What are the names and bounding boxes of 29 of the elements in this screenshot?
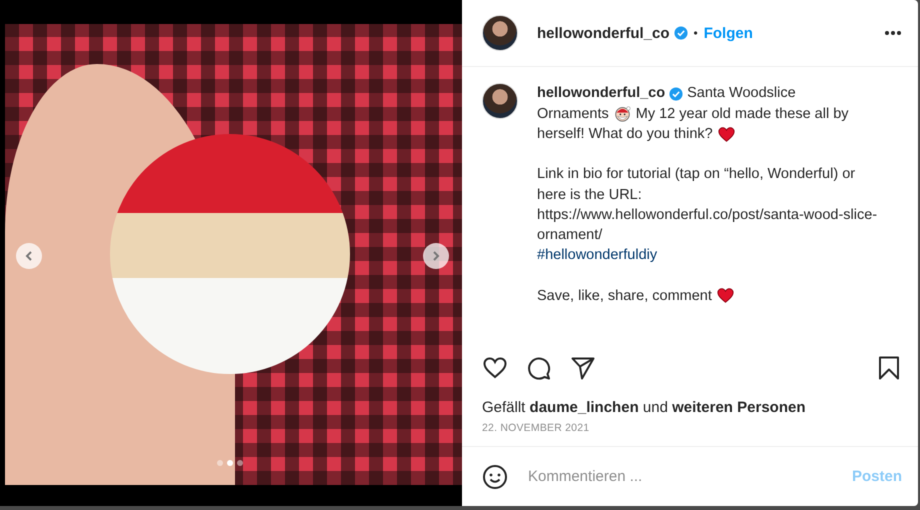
- smiley-icon[interactable]: [482, 464, 508, 490]
- comment-icon[interactable]: [526, 354, 552, 381]
- separator-dot: •: [694, 26, 698, 40]
- more-options-icon[interactable]: [884, 30, 902, 36]
- username-link[interactable]: hellowonderful_co: [537, 83, 666, 104]
- carousel-dot[interactable]: [237, 460, 243, 466]
- caption-text: Santa Woodslice: [687, 84, 796, 104]
- heart-icon[interactable]: [482, 354, 508, 381]
- avatar[interactable]: [482, 15, 518, 52]
- caption-text: Ornaments: [537, 104, 609, 124]
- caption-text: Save, like, share, comment: [537, 286, 712, 306]
- paper-plane-icon[interactable]: [570, 354, 596, 381]
- santa-face-icon: [614, 105, 631, 122]
- caption-text: herself! What do you think?: [537, 125, 713, 144]
- likes-text: Gefällt daume_linchen und weiteren Personen: [481, 398, 806, 416]
- heart-icon: [716, 287, 734, 304]
- verified-badge-icon: [674, 26, 688, 40]
- heart-icon: [718, 126, 735, 143]
- verified-badge-icon: [669, 86, 684, 101]
- caption-text: Link in bio for tutorial (tap on “hello, Wonderful) or here is the URL:: [537, 165, 856, 205]
- avatar[interactable]: [482, 83, 518, 120]
- caption-text: My 12 year old made these all by: [636, 104, 849, 124]
- username-link[interactable]: hellowonderful_co: [537, 24, 670, 42]
- post-date: 22. NOVEMBER 2021: [481, 421, 590, 436]
- comment-field[interactable]: Kommentieren ...: [526, 467, 852, 486]
- carousel-dot[interactable]: [217, 460, 223, 466]
- url-text: https://www.hellowonderful.co/post/santa-wood-slice-ornament/: [537, 206, 878, 246]
- bookmark-icon[interactable]: [876, 354, 902, 381]
- hashtag-link[interactable]: #hellowonderfuldiy: [537, 245, 658, 266]
